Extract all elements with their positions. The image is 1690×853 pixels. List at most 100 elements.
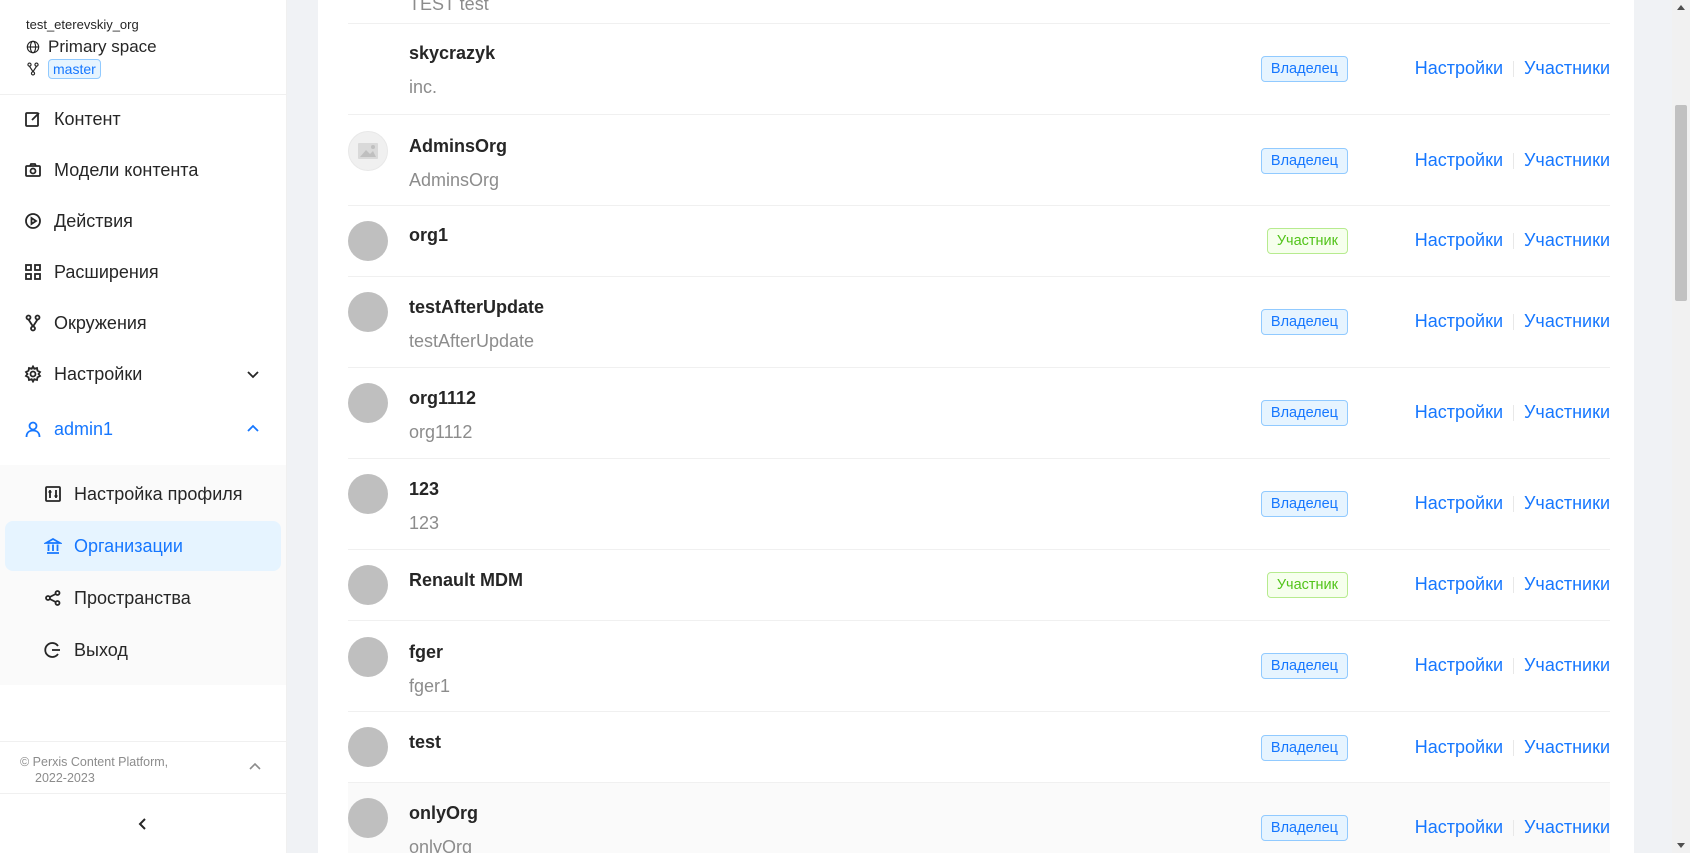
settings-link[interactable]: Настройки — [1415, 311, 1503, 332]
menu-item-content-models[interactable]: Модели контента — [0, 146, 286, 194]
role-badge: Участник — [1266, 228, 1348, 254]
role-badge: Участник — [1266, 572, 1348, 598]
members-link[interactable]: Участники — [1524, 493, 1610, 514]
gear-icon — [24, 365, 42, 383]
workspace-header: test_eterevskiy_org Primary space master — [0, 0, 286, 95]
row-actions: Настройки Участники — [1415, 230, 1610, 251]
avatar — [348, 565, 388, 605]
org-name[interactable]: test_eterevskiy_org — [26, 16, 286, 34]
divider — [1513, 495, 1514, 512]
org-title[interactable]: AdminsOrg — [409, 136, 507, 157]
settings-link[interactable]: Настройки — [1415, 230, 1503, 251]
members-link[interactable]: Участники — [1524, 150, 1610, 171]
org-title[interactable]: org1 — [409, 225, 448, 246]
org-title[interactable]: org1112 — [409, 388, 476, 409]
divider — [1513, 60, 1514, 77]
space-selector[interactable]: Primary space — [26, 37, 286, 57]
divider — [1513, 739, 1514, 756]
list-item: test Владелец Настройки Участники — [348, 712, 1610, 783]
submenu-item-spaces[interactable]: Пространства — [5, 573, 281, 623]
submenu-item-logout[interactable]: Выход — [5, 625, 281, 675]
list-item: Renault MDM Участник Настройки Участники — [348, 550, 1610, 621]
members-link[interactable]: Участники — [1524, 311, 1610, 332]
settings-link[interactable]: Настройки — [1415, 150, 1503, 171]
menu-item-label: Контент — [54, 108, 121, 129]
submenu-item-label: Выход — [74, 639, 128, 660]
scroll-down-arrow-icon[interactable] — [1677, 843, 1685, 848]
chevron-up-icon[interactable] — [248, 760, 262, 774]
members-link[interactable]: Участники — [1524, 402, 1610, 423]
list-item: skycrazyk inc. Владелец Настройки Участни… — [348, 24, 1610, 115]
org-description: onlyOrg — [409, 837, 473, 853]
avatar — [348, 131, 388, 171]
menu-item-label: Настройки — [54, 363, 143, 384]
menu-item-label: Модели контента — [54, 159, 199, 180]
copyright-line1: © Perxis Content Platform, — [20, 755, 169, 769]
branch-selector[interactable]: master — [26, 59, 286, 79]
settings-link[interactable]: Настройки — [1415, 402, 1503, 423]
org-title[interactable]: onlyOrg — [409, 803, 478, 824]
settings-link[interactable]: Настройки — [1415, 655, 1503, 676]
menu-item-label: Действия — [54, 210, 133, 231]
branch-tag: master — [48, 59, 101, 79]
row-actions: Настройки Участники — [1415, 737, 1610, 758]
menu-item-extensions[interactable]: Расширения — [0, 248, 286, 296]
submenu-item-organizations[interactable]: Организации — [5, 521, 281, 571]
org-title[interactable]: test — [409, 732, 441, 753]
org-description: org1112 — [409, 422, 473, 442]
avatar — [348, 798, 388, 838]
role-badge: Владелец — [1260, 400, 1348, 426]
list-item: TEST test — [348, 0, 1610, 24]
list-item: AdminsOrg AdminsOrg Владелец Настройки Уч… — [348, 115, 1610, 206]
app-root: test_eterevskiy_org Primary space master… — [0, 0, 1690, 853]
menu-item-actions[interactable]: Действия — [0, 197, 286, 245]
chevron-up-icon — [247, 424, 259, 432]
space-name: Primary space — [48, 37, 157, 56]
scroll-up-arrow-icon[interactable] — [1677, 5, 1685, 10]
submenu-item-label: Настройка профиля — [74, 483, 243, 504]
org-title[interactable]: 123 — [409, 479, 439, 500]
list-item: testAfterUpdate testAfterUpdate Владелец… — [348, 277, 1610, 368]
members-link[interactable]: Участники — [1524, 817, 1610, 838]
settings-link[interactable]: Настройки — [1415, 58, 1503, 79]
menu-item-user[interactable]: admin1 — [0, 405, 286, 453]
menu-item-environments[interactable]: Окружения — [0, 299, 286, 347]
divider — [1513, 313, 1514, 330]
globe-icon — [26, 40, 40, 54]
share-icon — [45, 590, 61, 606]
members-link[interactable]: Участники — [1524, 574, 1610, 595]
menu-item-label: admin1 — [54, 418, 114, 439]
collapse-sidebar-button[interactable] — [0, 793, 286, 853]
scrollbar[interactable] — [1672, 0, 1690, 853]
copyright-line2: 2022-2023 — [35, 771, 95, 785]
logout-icon — [44, 642, 60, 658]
row-actions: Настройки Участники — [1415, 402, 1610, 423]
settings-link[interactable]: Настройки — [1415, 817, 1503, 838]
divider — [1513, 576, 1514, 593]
role-badge: Владелец — [1260, 491, 1348, 517]
menu-item-settings[interactable]: Настройки — [0, 350, 286, 398]
settings-link[interactable]: Настройки — [1415, 493, 1503, 514]
org-title[interactable]: Renault MDM — [409, 570, 523, 591]
members-link[interactable]: Участники — [1524, 58, 1610, 79]
bank-icon — [44, 537, 62, 554]
members-link[interactable]: Участники — [1524, 655, 1610, 676]
org-title[interactable]: fger — [409, 642, 443, 663]
org-title[interactable]: skycrazyk — [409, 43, 495, 64]
avatar — [348, 383, 388, 423]
submenu-item-profile[interactable]: Настройка профиля — [5, 469, 281, 519]
settings-link[interactable]: Настройки — [1415, 574, 1503, 595]
settings-link[interactable]: Настройки — [1415, 737, 1503, 758]
scrollbar-thumb[interactable] — [1675, 105, 1687, 301]
branch-icon — [27, 62, 39, 76]
members-link[interactable]: Участники — [1524, 737, 1610, 758]
menu-item-content[interactable]: Контент — [0, 95, 286, 143]
avatar — [348, 474, 388, 514]
row-actions: Настройки Участники — [1415, 58, 1610, 79]
org-title[interactable]: testAfterUpdate — [409, 297, 544, 318]
avatar — [348, 727, 388, 767]
sliders-icon — [45, 486, 61, 502]
menu-item-label: Окружения — [54, 312, 147, 333]
role-badge: Владелец — [1260, 735, 1348, 761]
members-link[interactable]: Участники — [1524, 230, 1610, 251]
